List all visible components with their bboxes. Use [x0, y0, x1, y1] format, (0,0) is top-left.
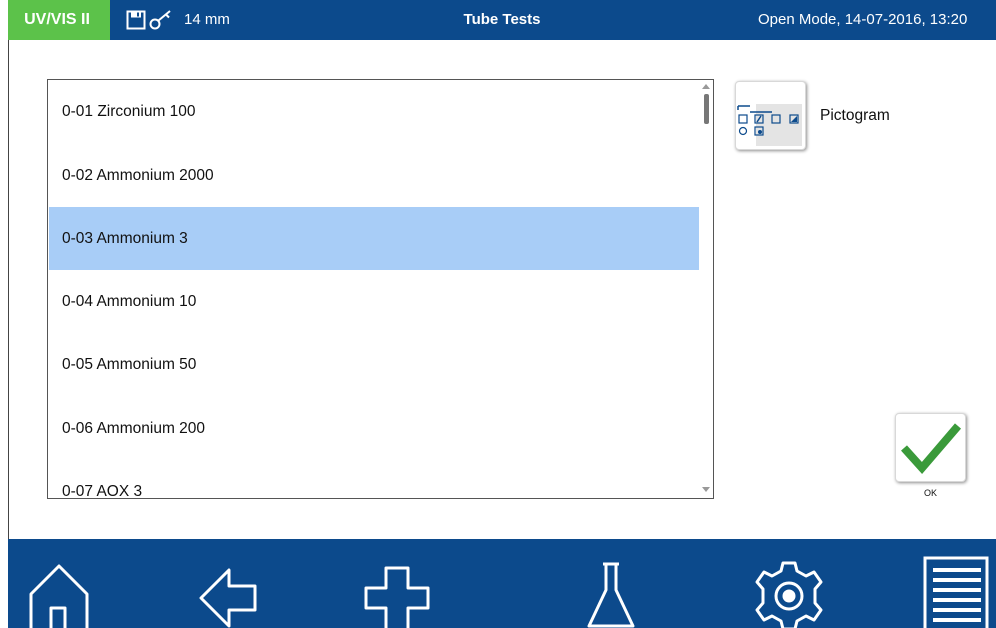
- list-item[interactable]: 0-07 AOX 3: [49, 460, 700, 498]
- status-text: Open Mode, 14-07-2016, 13:20: [758, 11, 968, 28]
- back-arrow-icon: [199, 568, 257, 628]
- cuvette-size: 14 mm: [184, 11, 230, 28]
- list-item[interactable]: 0-02 Ammonium 2000: [49, 144, 700, 207]
- list-icon: [923, 556, 989, 628]
- nav-back-button[interactable]: [182, 539, 272, 628]
- pictogram-icon: [737, 104, 802, 146]
- header-bar: UV/VIS II 14 mm Tube Tests Open Mode, 14…: [8, 0, 996, 40]
- gear-icon: [755, 561, 823, 628]
- list-item[interactable]: 0-04 Ammonium 10: [49, 270, 700, 333]
- scroll-up-arrow-icon[interactable]: [702, 84, 710, 89]
- add-icon: [364, 566, 430, 628]
- nav-home-button[interactable]: [12, 539, 102, 628]
- nav-flask-button[interactable]: [566, 539, 656, 628]
- nav-add-button[interactable]: [351, 539, 441, 628]
- test-list[interactable]: 0-01 Zirconium 100 0-02 Ammonium 2000 0-…: [47, 79, 714, 499]
- list-item[interactable]: 0-06 Ammonium 200: [49, 397, 700, 460]
- pictogram-label: Pictogram: [820, 107, 890, 124]
- scroll-down-arrow-icon[interactable]: [702, 487, 710, 492]
- home-icon: [29, 564, 89, 628]
- bottom-nav: [8, 539, 996, 628]
- flask-icon: [587, 562, 635, 628]
- scrollbar-thumb[interactable]: [704, 94, 709, 124]
- save-icon: [126, 10, 146, 30]
- list-item-selected[interactable]: 0-03 Ammonium 3: [49, 207, 700, 270]
- checkmark-icon: [901, 423, 962, 475]
- key-icon: [149, 10, 171, 30]
- pictogram-button[interactable]: [735, 81, 806, 150]
- nav-settings-button[interactable]: [744, 539, 834, 628]
- list-item[interactable]: 0-05 Ammonium 50: [49, 333, 700, 396]
- ok-button[interactable]: [895, 413, 966, 482]
- scrollbar[interactable]: [699, 80, 713, 498]
- header-icons: [126, 9, 174, 31]
- list-item[interactable]: 0-01 Zirconium 100: [49, 80, 700, 143]
- ok-label: OK: [923, 488, 937, 498]
- nav-list-button[interactable]: [906, 539, 996, 628]
- instrument-badge: UV/VIS II: [8, 0, 110, 40]
